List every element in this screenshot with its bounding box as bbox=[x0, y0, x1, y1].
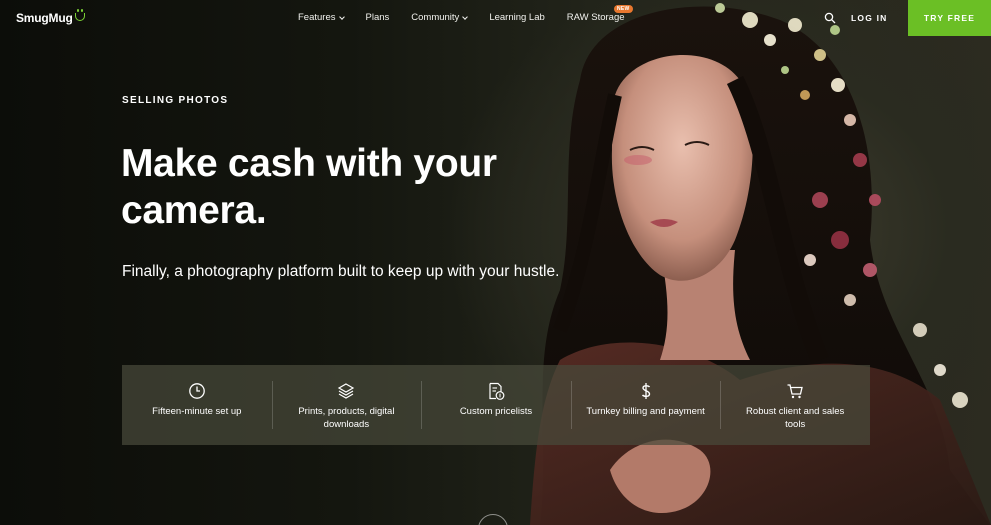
nav-item-community[interactable]: Community bbox=[411, 12, 469, 23]
pricelist-icon bbox=[489, 382, 505, 400]
nav-item-raw-storage[interactable]: RAW Storage NEW bbox=[566, 5, 633, 23]
nav-item-label: RAW Storage bbox=[566, 12, 625, 23]
feature-strip: Fifteen-minute set up Prints, products, … bbox=[122, 365, 870, 445]
try-free-button[interactable]: TRY FREE bbox=[908, 0, 991, 36]
nav-item-learning-lab[interactable]: Learning Lab bbox=[489, 12, 544, 23]
nav-item-label: Features bbox=[298, 12, 336, 23]
section-eyebrow: SELLING PHOTOS bbox=[122, 95, 229, 106]
hero-subhead: Finally, a photography platform built to… bbox=[122, 263, 560, 280]
nav-item-plans[interactable]: Plans bbox=[366, 12, 390, 23]
feature-item: Robust client and sales tools bbox=[720, 365, 870, 445]
chevron-down-icon bbox=[462, 13, 469, 20]
nav-item-label: Community bbox=[411, 12, 460, 23]
scroll-down-button[interactable] bbox=[478, 514, 508, 525]
nav-links: Features Plans Community Learning Lab RA… bbox=[298, 5, 647, 23]
chevron-down-icon bbox=[338, 13, 345, 20]
nav-item-label: Plans bbox=[365, 12, 390, 23]
layers-icon bbox=[338, 383, 355, 399]
hero-headline: Make cash with your camera. bbox=[121, 142, 497, 232]
hero-section: SmugMug Features Plans Community Learnin… bbox=[0, 0, 991, 525]
feature-item: Fifteen-minute set up bbox=[122, 365, 272, 445]
nav-item-features[interactable]: Features bbox=[298, 12, 345, 23]
clock-icon bbox=[188, 383, 205, 399]
logo-text: SmugMug bbox=[16, 11, 73, 25]
dollar-icon bbox=[641, 383, 650, 399]
top-nav: SmugMug Features Plans Community Learnin… bbox=[0, 0, 991, 36]
feature-label: Robust client and sales tools bbox=[746, 406, 845, 430]
nav-item-label: Learning Lab bbox=[489, 12, 545, 23]
feature-item: Turnkey billing and payment bbox=[570, 365, 721, 445]
feature-item: Prints, products, digital downloads bbox=[271, 365, 422, 445]
search-icon[interactable] bbox=[824, 12, 836, 24]
feature-item: Custom pricelists bbox=[421, 365, 571, 445]
feature-label: Turnkey billing and payment bbox=[586, 406, 705, 417]
feature-label: Custom pricelists bbox=[459, 406, 533, 417]
cart-icon bbox=[787, 384, 803, 399]
smile-icon bbox=[74, 9, 85, 21]
feature-label: Prints, products, digital downloads bbox=[298, 406, 395, 430]
smugmug-logo[interactable]: SmugMug bbox=[16, 9, 85, 25]
login-link[interactable]: LOG IN bbox=[851, 13, 887, 23]
new-badge: NEW bbox=[613, 5, 633, 13]
feature-label: Fifteen-minute set up bbox=[152, 406, 242, 417]
